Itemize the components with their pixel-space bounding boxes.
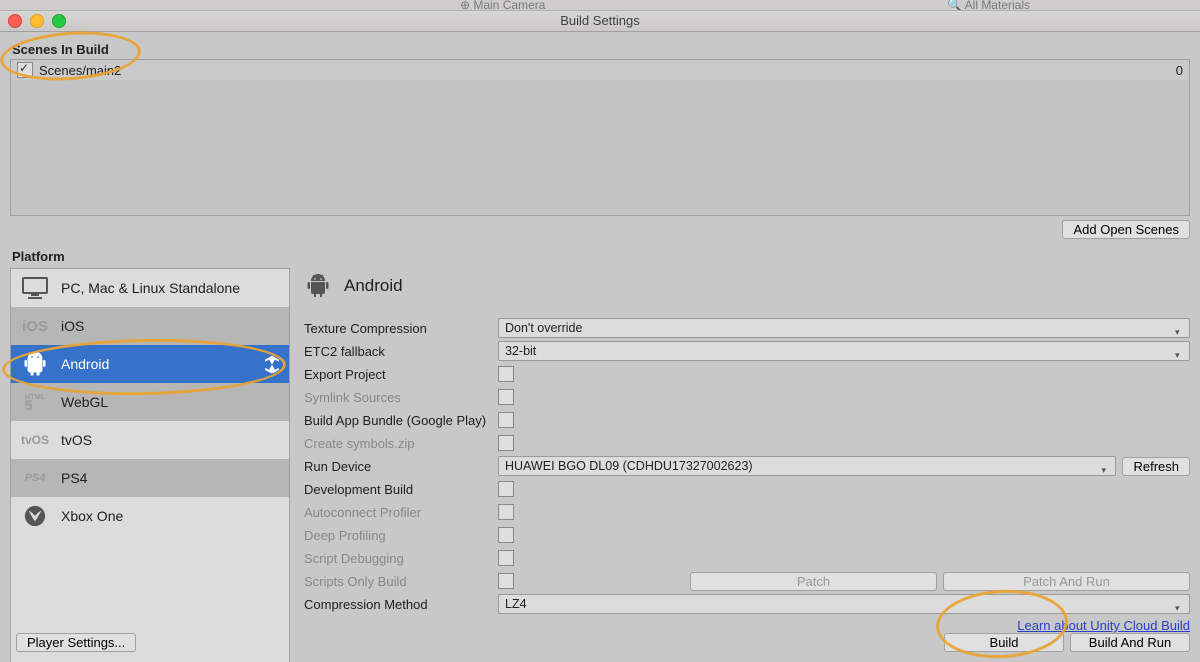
development-build-checkbox[interactable] <box>498 481 514 497</box>
html5-icon: HTML5 <box>21 388 49 416</box>
platform-ios[interactable]: iOS iOS <box>11 307 289 345</box>
window-titlebar: Build Settings <box>0 11 1200 32</box>
scripts-only-build-checkbox <box>498 573 514 589</box>
platform-label-text: tvOS <box>61 432 92 448</box>
add-open-scenes-button[interactable]: Add Open Scenes <box>1062 220 1190 239</box>
scene-name: Scenes/main2 <box>39 63 121 78</box>
platform-label-text: WebGL <box>61 394 108 410</box>
ps4-icon: PS4 <box>21 464 49 492</box>
symlink-sources-label: Symlink Sources <box>304 390 498 405</box>
platform-ps4[interactable]: PS4 PS4 <box>11 459 289 497</box>
run-device-label: Run Device <box>304 459 498 474</box>
autoconnect-profiler-checkbox <box>498 504 514 520</box>
platform-tvos[interactable]: tvOS tvOS <box>11 421 289 459</box>
platform-label-text: PC, Mac & Linux Standalone <box>61 280 240 296</box>
window-title: Build Settings <box>0 11 1200 31</box>
symlink-sources-checkbox <box>498 389 514 405</box>
refresh-button[interactable]: Refresh <box>1122 457 1190 476</box>
platform-label-text: PS4 <box>61 470 87 486</box>
platform-detail-title: Android <box>344 276 403 296</box>
build-app-bundle-label: Build App Bundle (Google Play) <box>304 413 498 428</box>
compression-method-label: Compression Method <box>304 597 498 612</box>
deep-profiling-checkbox <box>498 527 514 543</box>
remnant-all-materials: 🔍 All Materials <box>947 0 1030 11</box>
platform-webgl[interactable]: HTML5 WebGL <box>11 383 289 421</box>
xbox-icon <box>21 502 49 530</box>
platform-standalone[interactable]: PC, Mac & Linux Standalone <box>11 269 289 307</box>
scene-checkbox[interactable] <box>17 62 33 78</box>
remnant-main-camera: ⊕ Main Camera <box>460 0 545 11</box>
script-debugging-label: Script Debugging <box>304 551 498 566</box>
compression-method-select[interactable]: LZ4 <box>498 594 1190 614</box>
platform-label-text: Xbox One <box>61 508 123 524</box>
platform-label: Platform <box>10 243 1190 266</box>
development-build-label: Development Build <box>304 482 498 497</box>
android-icon <box>304 272 332 300</box>
monitor-icon <box>21 274 49 302</box>
platform-list: PC, Mac & Linux Standalone iOS iOS Andro… <box>10 268 290 662</box>
unity-active-icon <box>263 355 281 373</box>
window-minimize-icon[interactable] <box>30 14 44 28</box>
window-zoom-icon[interactable] <box>52 14 66 28</box>
scene-row[interactable]: Scenes/main2 0 <box>11 60 1189 80</box>
background-tab-remnant: ⊕ Main Camera 🔍 All Materials <box>0 0 1200 11</box>
texture-compression-select[interactable]: Don't override <box>498 318 1190 338</box>
build-button[interactable]: Build <box>944 633 1064 652</box>
patch-and-run-button: Patch And Run <box>943 572 1190 591</box>
script-debugging-checkbox <box>498 550 514 566</box>
chevron-down-icon <box>1175 323 1185 333</box>
ios-icon: iOS <box>21 312 49 340</box>
platform-label-text: Android <box>61 356 109 372</box>
create-symbols-label: Create symbols.zip <box>304 436 498 451</box>
scripts-only-build-label: Scripts Only Build <box>304 574 498 589</box>
tvos-icon: tvOS <box>21 426 49 454</box>
patch-button: Patch <box>690 572 937 591</box>
scenes-in-build-label: Scenes In Build <box>10 36 1190 59</box>
run-device-select[interactable]: HUAWEI BGO DL09 (CDHDU17327002623) <box>498 456 1116 476</box>
chevron-down-icon <box>1175 346 1185 356</box>
etc2-fallback-select[interactable]: 32-bit <box>498 341 1190 361</box>
platform-detail-header: Android <box>304 268 1190 318</box>
texture-compression-label: Texture Compression <box>304 321 498 336</box>
etc2-fallback-label: ETC2 fallback <box>304 344 498 359</box>
chevron-down-icon <box>1175 599 1185 609</box>
build-app-bundle-checkbox[interactable] <box>498 412 514 428</box>
deep-profiling-label: Deep Profiling <box>304 528 498 543</box>
android-icon <box>21 350 49 378</box>
create-symbols-checkbox <box>498 435 514 451</box>
platform-xboxone[interactable]: Xbox One <box>11 497 289 535</box>
autoconnect-profiler-label: Autoconnect Profiler <box>304 505 498 520</box>
chevron-down-icon <box>1101 461 1111 471</box>
export-project-checkbox[interactable] <box>498 366 514 382</box>
window-close-icon[interactable] <box>8 14 22 28</box>
scene-index: 0 <box>1176 63 1183 78</box>
build-and-run-button[interactable]: Build And Run <box>1070 633 1190 652</box>
platform-label-text: iOS <box>61 318 84 334</box>
platform-android[interactable]: Android <box>11 345 289 383</box>
player-settings-button[interactable]: Player Settings... <box>16 633 136 652</box>
cloud-build-link[interactable]: Learn about Unity Cloud Build <box>1017 618 1190 633</box>
export-project-label: Export Project <box>304 367 498 382</box>
scenes-list[interactable]: Scenes/main2 0 <box>10 59 1190 216</box>
